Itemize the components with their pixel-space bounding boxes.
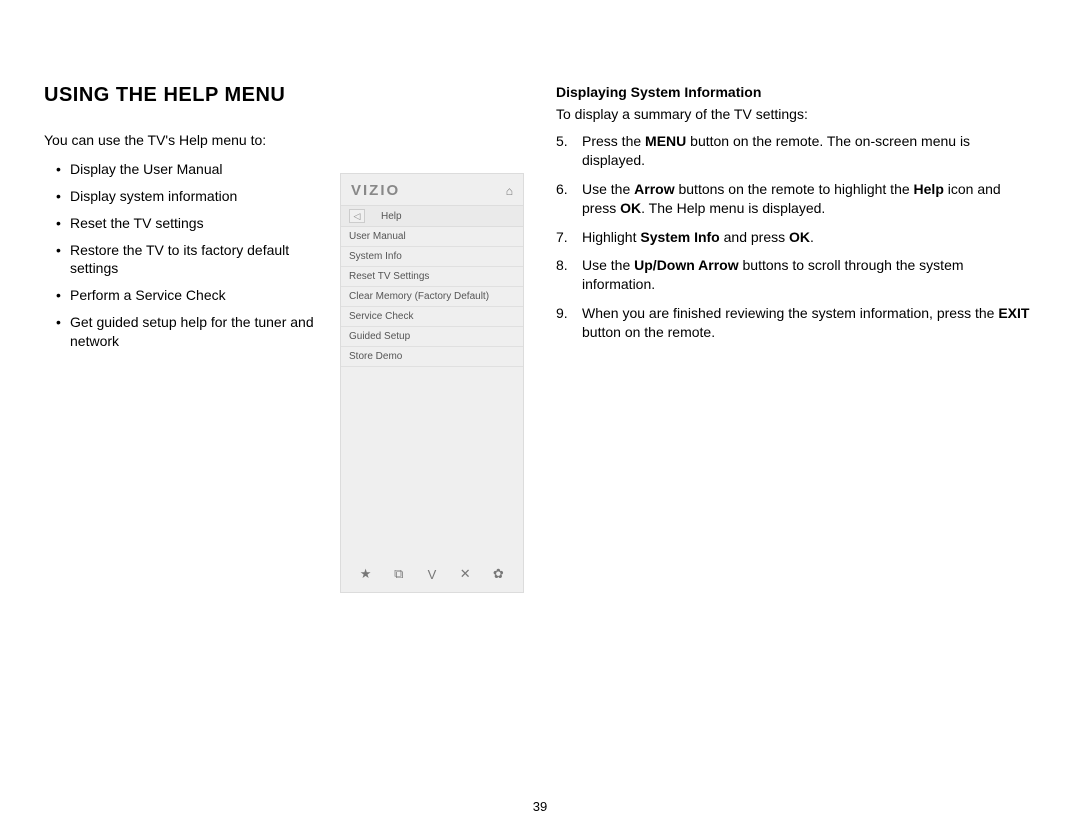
tv-breadcrumb: ◁ Help [341, 205, 523, 227]
tv-menu-list: User Manual System Info Reset TV Setting… [341, 227, 523, 367]
bullet-item: Perform a Service Check [44, 286, 316, 305]
bullet-item: Restore the TV to its factory default se… [44, 241, 316, 279]
subsection-intro: To display a summary of the TV settings: [556, 106, 1036, 122]
home-icon: ⌂ [506, 184, 513, 198]
page-number: 39 [533, 799, 547, 814]
tv-menu-item: Guided Setup [341, 327, 523, 347]
star-icon: ★ [358, 566, 374, 582]
tv-menu-item: User Manual [341, 227, 523, 247]
step-item: Highlight System Info and press OK. [576, 228, 1036, 247]
screen-icon: ⧉ [391, 566, 407, 582]
tv-menu-item: Reset TV Settings [341, 267, 523, 287]
v-icon: V [424, 567, 440, 582]
bullet-item: Reset the TV settings [44, 214, 316, 233]
tv-menu-item: Clear Memory (Factory Default) [341, 287, 523, 307]
breadcrumb-label: Help [381, 211, 402, 222]
step-item: Use the Arrow buttons on the remote to h… [576, 180, 1036, 218]
tv-brand-label: VIZIO [351, 182, 400, 199]
bullet-item: Get guided setup help for the tuner and … [44, 313, 316, 351]
step-item: Use the Up/Down Arrow buttons to scroll … [576, 256, 1036, 294]
tv-menu-item: Service Check [341, 307, 523, 327]
gear-icon: ✿ [490, 566, 506, 582]
steps-list: Press the MENU button on the remote. The… [556, 132, 1036, 352]
tv-menu-screenshot: VIZIO ⌂ ◁ Help User Manual System Info R… [340, 173, 524, 593]
step-item: When you are finished reviewing the syst… [576, 304, 1036, 342]
tv-menu-item: Store Demo [341, 347, 523, 367]
section-title: USING THE HELP MENU [44, 84, 524, 107]
back-arrow-icon: ◁ [349, 209, 365, 223]
bullet-list: Display the User Manual Display system i… [44, 160, 316, 351]
bullet-item: Display the User Manual [44, 160, 316, 179]
subsection-title: Displaying System Information [556, 84, 1036, 100]
tv-footer-icons: ★ ⧉ V ✕ ✿ [341, 560, 523, 592]
intro-text: You can use the TV's Help menu to: [44, 131, 316, 150]
bullet-item: Display system information [44, 187, 316, 206]
step-item: Press the MENU button on the remote. The… [576, 132, 1036, 170]
close-icon: ✕ [457, 566, 473, 582]
tv-menu-item: System Info [341, 247, 523, 267]
